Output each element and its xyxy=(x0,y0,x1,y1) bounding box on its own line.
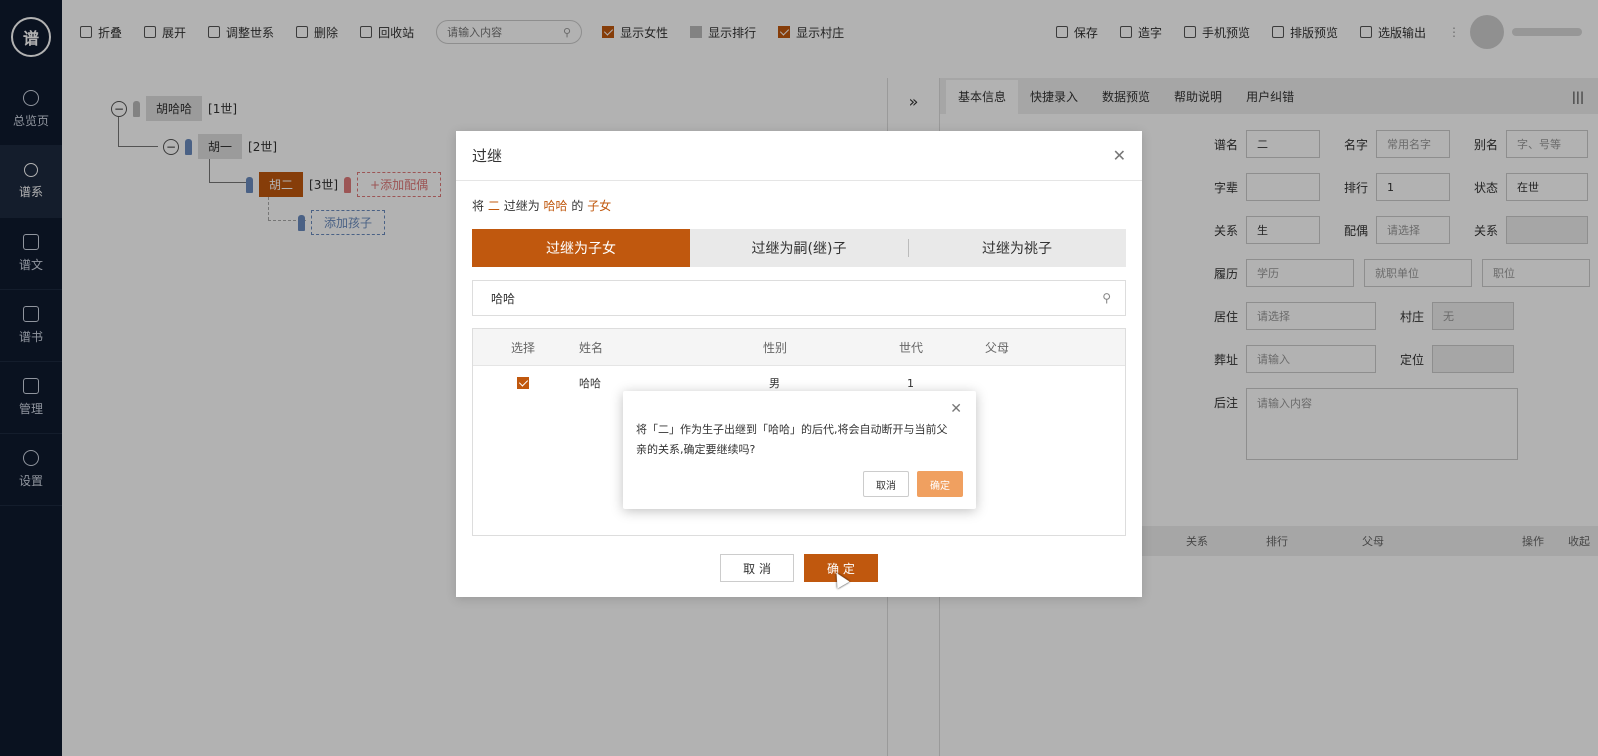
col-name: 姓名 xyxy=(579,340,604,355)
desc-text: 将 xyxy=(472,199,485,213)
modal-title: 过继 xyxy=(472,147,503,165)
desc-text: 过继为 xyxy=(503,199,540,213)
modal-description: 将 二 过继为 哈哈 的 子女 xyxy=(456,181,1142,214)
tab-adopt-heir[interactable]: 过继为嗣(继)子 xyxy=(690,229,908,267)
table-header: 选择 姓名 性别 世代 父母 xyxy=(473,329,1125,366)
desc-role: 子女 xyxy=(587,199,612,213)
confirm-ok-button[interactable]: 确定 xyxy=(917,471,963,497)
adoption-modal: 过继 ✕ 将 二 过继为 哈哈 的 子女 过继为子女 过继为嗣(继)子 过继为祧… xyxy=(456,131,1142,597)
modal-footer: 取 消 确 定 xyxy=(456,554,1142,582)
adoption-type-tabs: 过继为子女 过继为嗣(继)子 过继为祧子 xyxy=(472,229,1126,267)
tab-adopt-child[interactable]: 过继为子女 xyxy=(472,229,690,267)
confirm-actions: 取消 确定 xyxy=(863,471,963,497)
col-generation: 世代 xyxy=(899,340,924,355)
row-checkbox[interactable] xyxy=(517,377,529,389)
person-search[interactable]: 哈哈 ⚲ xyxy=(472,280,1126,316)
search-value: 哈哈 xyxy=(491,291,516,306)
confirm-dialog: ✕ 将「二」作为生子出继到「哈哈」的后代,将会自动断开与当前父亲的关系,确定要继… xyxy=(623,391,976,509)
tab-adopt-tiao[interactable]: 过继为祧子 xyxy=(908,229,1126,267)
desc-target: 哈哈 xyxy=(543,199,568,213)
desc-text: 的 xyxy=(571,199,584,213)
modal-header: 过继 ✕ xyxy=(456,131,1142,181)
desc-person: 二 xyxy=(487,199,500,213)
col-parents: 父母 xyxy=(985,340,1010,355)
search-icon[interactable]: ⚲ xyxy=(1102,291,1111,305)
col-gender: 性别 xyxy=(763,340,788,355)
col-select: 选择 xyxy=(511,340,536,355)
confirm-message: 将「二」作为生子出继到「哈哈」的后代,将会自动断开与当前父亲的关系,确定要继续吗… xyxy=(636,423,948,456)
cancel-button[interactable]: 取 消 xyxy=(720,554,794,582)
close-icon[interactable]: ✕ xyxy=(950,401,962,417)
confirm-cancel-button[interactable]: 取消 xyxy=(863,471,909,497)
close-icon[interactable]: ✕ xyxy=(1113,146,1126,165)
cell-name: 哈哈 xyxy=(579,377,601,390)
